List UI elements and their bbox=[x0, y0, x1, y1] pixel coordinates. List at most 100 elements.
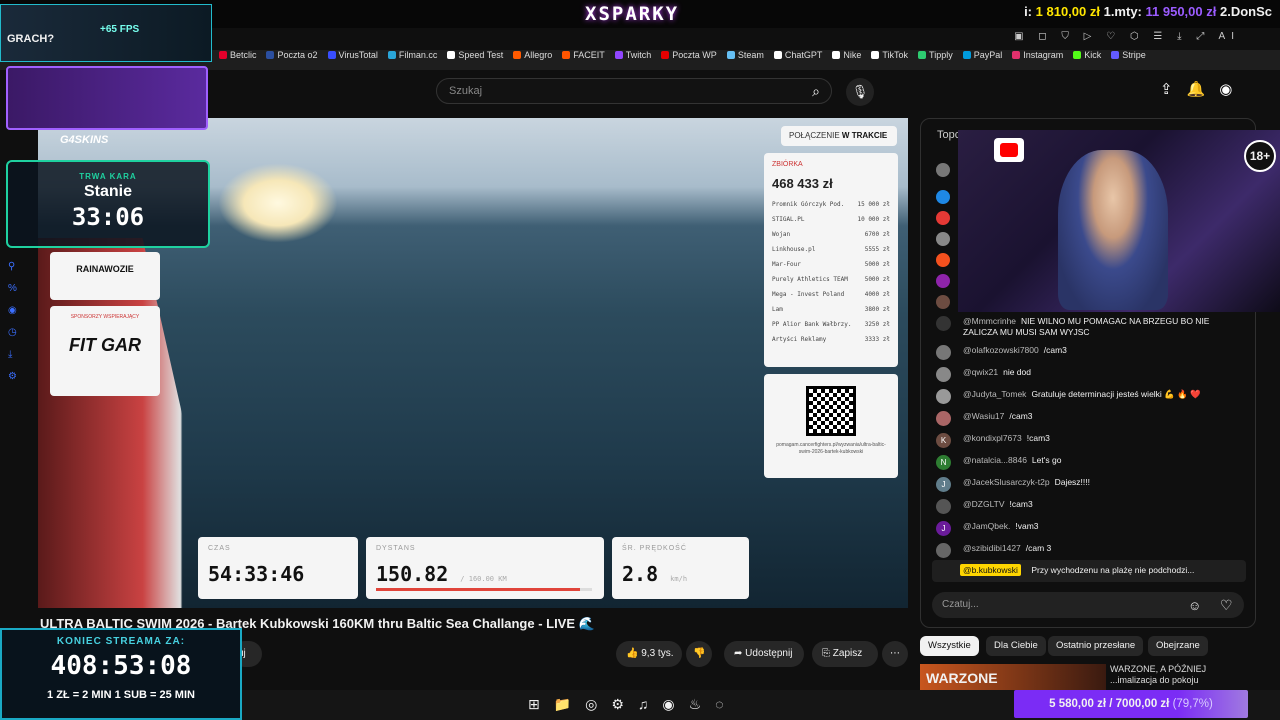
save-button[interactable]: ⎘ Zapisz bbox=[812, 641, 878, 667]
browser-toolbar-icons[interactable]: ▣ ◻ ⛉ ▷ ♡ ⬡ ☰ ⤓ ⤢ AI bbox=[1014, 31, 1240, 42]
chat-header[interactable]: Topc bbox=[937, 129, 960, 141]
chat-username[interactable]: @Judyta_Tomek bbox=[963, 389, 1026, 399]
donor-amount: 5000 zł bbox=[864, 261, 890, 268]
chat-username[interactable]: @natalcia...8846 bbox=[963, 455, 1027, 465]
ranking-2-value: 11 950,00 zł bbox=[1145, 4, 1217, 19]
bookmark-item[interactable]: Steam bbox=[726, 50, 764, 60]
bookmark-item[interactable]: Kick bbox=[1073, 50, 1101, 60]
donations-total: 468 433 zł bbox=[772, 176, 833, 191]
bookmark-label: Allegro bbox=[524, 50, 553, 60]
bookmark-item[interactable]: Allegro bbox=[513, 50, 552, 60]
donor-name: Purely Athletics TEAM bbox=[772, 276, 848, 283]
pinned-user: @b.kubkowski bbox=[960, 564, 1021, 576]
chat-username[interactable]: @JacekSlusarczyk-t2p bbox=[963, 477, 1050, 487]
bookmark-icon bbox=[773, 51, 782, 59]
sidebar-icons[interactable]: ⚲% ◉ ◷ ⤓ ⚙ bbox=[8, 256, 20, 388]
tab-for-you[interactable]: Dla Ciebie bbox=[986, 636, 1046, 656]
chat-username[interactable]: @olafkozowski7800 bbox=[963, 345, 1039, 355]
chat-text: /cam3 bbox=[1043, 345, 1067, 355]
chat-message-body: @JacekSlusarczyk-t2p Dajesz!!!! bbox=[963, 477, 1090, 488]
chat-avatar bbox=[936, 274, 950, 288]
bookmark-item[interactable]: Betclic bbox=[218, 50, 256, 60]
chat-message-body: @Judyta_Tomek Gratuluje determinacji jest… bbox=[963, 389, 1201, 400]
pinned-message[interactable]: @b.kubkowski Przy wychodzenu na plażę ni… bbox=[932, 560, 1246, 582]
chat-username[interactable]: @DZGLTV bbox=[963, 499, 1005, 509]
penalty-name: Stanie bbox=[83, 183, 132, 200]
chat-username[interactable]: @Wasiu17 bbox=[963, 411, 1004, 421]
chat-text: !cam3 bbox=[1026, 433, 1050, 443]
bookmark-item[interactable]: Tipply bbox=[918, 50, 953, 60]
taskbar-icons[interactable]: ⊞📁◎⚙♫◉♨◌ bbox=[528, 696, 738, 713]
donor-name: PP Alior Bank Wałbrzy. bbox=[772, 321, 852, 328]
bookmark-item[interactable]: Stripe bbox=[1111, 50, 1146, 60]
bookmark-icon bbox=[614, 51, 623, 59]
metric-distance-sub: / 160.00 KM bbox=[460, 575, 507, 583]
tab-all[interactable]: Wszystkie bbox=[920, 636, 979, 656]
dislike-button[interactable]: 👎 bbox=[686, 641, 712, 667]
chat-avatar[interactable] bbox=[936, 367, 951, 382]
bookmark-icon bbox=[832, 51, 841, 59]
chat-username[interactable]: @Mmmcrinhe bbox=[963, 316, 1016, 326]
stream-brand-logo: XSPARKY bbox=[585, 3, 680, 25]
bookmark-item[interactable]: ChatGPT bbox=[773, 50, 822, 60]
bookmark-item[interactable]: Speed Test bbox=[447, 50, 503, 60]
recommendation-title[interactable]: WARZONE, A PÓŹNIEJ ...imalizacja do poko… bbox=[1110, 664, 1250, 686]
chat-avatar[interactable] bbox=[936, 411, 951, 426]
donations-label: ZBIÓRKA bbox=[772, 161, 803, 168]
emoji-icon[interactable]: ☺ bbox=[1188, 598, 1201, 613]
chat-avatar[interactable] bbox=[936, 499, 951, 514]
chat-avatar[interactable]: J bbox=[936, 477, 951, 492]
bookmark-item[interactable]: Filman.cc bbox=[387, 50, 437, 60]
share-button[interactable]: ➦ Udostępnij bbox=[724, 641, 804, 667]
chat-message: J @JamQbek. !vam3 bbox=[936, 521, 1236, 536]
stream-end-countdown: KONIEC STREAMA ZA: 408:53:08 1 ZŁ = 2 MI… bbox=[0, 628, 242, 720]
heart-icon[interactable]: ♡ bbox=[1220, 597, 1233, 614]
chat-text: /cam 3 bbox=[1025, 543, 1052, 553]
chat-avatar[interactable]: K bbox=[936, 433, 951, 448]
chat-message-body: @Wasiu17/cam3 bbox=[963, 411, 1033, 422]
chat-avatar[interactable]: J bbox=[936, 521, 951, 536]
chat-avatar[interactable] bbox=[936, 316, 951, 331]
bookmark-item[interactable]: TikTok bbox=[871, 50, 908, 60]
streamer-webcam: 18+ bbox=[958, 130, 1280, 312]
chat-username[interactable]: @JamQbek. bbox=[963, 521, 1010, 531]
search-icon[interactable]: ⌕ bbox=[800, 78, 832, 104]
more-actions-button[interactable]: ⋯ bbox=[882, 641, 908, 667]
donor-row: Wojan 6700 zł bbox=[772, 231, 890, 238]
chat-username[interactable]: @kondixpl7673 bbox=[963, 433, 1022, 443]
chat-message: @Wasiu17/cam3 bbox=[936, 411, 1236, 426]
metric-distance-row: 150.82 / 160.00 KM bbox=[376, 562, 594, 586]
tab-watched[interactable]: Obejrzane bbox=[1148, 636, 1208, 656]
donor-name: Promnik Górczyk Pod. bbox=[772, 201, 845, 208]
chat-avatar bbox=[936, 253, 950, 267]
bookmark-icon bbox=[918, 51, 927, 59]
donor-name: Linkhouse.pl bbox=[772, 246, 816, 253]
chat-username[interactable]: @szibidibi1427 bbox=[963, 543, 1021, 553]
header-icons[interactable]: ⇪🔔◉ bbox=[1160, 80, 1246, 98]
bookmark-item[interactable]: Nike bbox=[832, 50, 861, 60]
chat-avatar[interactable] bbox=[936, 345, 951, 360]
donor-row: Artyści Reklamy 3333 zł bbox=[772, 336, 890, 343]
bookmark-item[interactable]: Poczta o2 bbox=[266, 50, 318, 60]
tab-recent[interactable]: Ostatnio przesłane bbox=[1048, 636, 1144, 656]
metric-distance-label: DYSTANS bbox=[376, 545, 416, 552]
microphone-icon[interactable]: 🎙 bbox=[846, 78, 874, 106]
chat-text: Dajesz!!!! bbox=[1054, 477, 1091, 487]
donor-amount: 5555 zł bbox=[864, 246, 890, 253]
like-button[interactable]: 👍 9,3 tys. bbox=[616, 641, 682, 667]
bookmark-item[interactable]: Poczta WP bbox=[661, 50, 717, 60]
status-label: POŁĄCZENIE bbox=[789, 131, 840, 140]
chat-avatar[interactable] bbox=[936, 543, 951, 558]
chat-username[interactable]: @qwix21 bbox=[963, 367, 998, 377]
bookmark-item[interactable]: VirusTotal bbox=[327, 50, 378, 60]
bookmark-item[interactable]: Instagram bbox=[1012, 50, 1063, 60]
bookmark-item[interactable]: FACEIT bbox=[562, 50, 605, 60]
bookmark-item[interactable]: PayPal bbox=[962, 50, 1002, 60]
bookmark-label: Poczta o2 bbox=[277, 50, 318, 60]
search-input[interactable]: Szukaj bbox=[436, 78, 832, 104]
qr-code bbox=[806, 386, 856, 436]
chat-avatar[interactable]: N bbox=[936, 455, 951, 470]
penalty-tag: TRWA KARA bbox=[79, 172, 137, 181]
chat-avatar[interactable] bbox=[936, 389, 951, 404]
bookmark-item[interactable]: Twitch bbox=[614, 50, 651, 60]
